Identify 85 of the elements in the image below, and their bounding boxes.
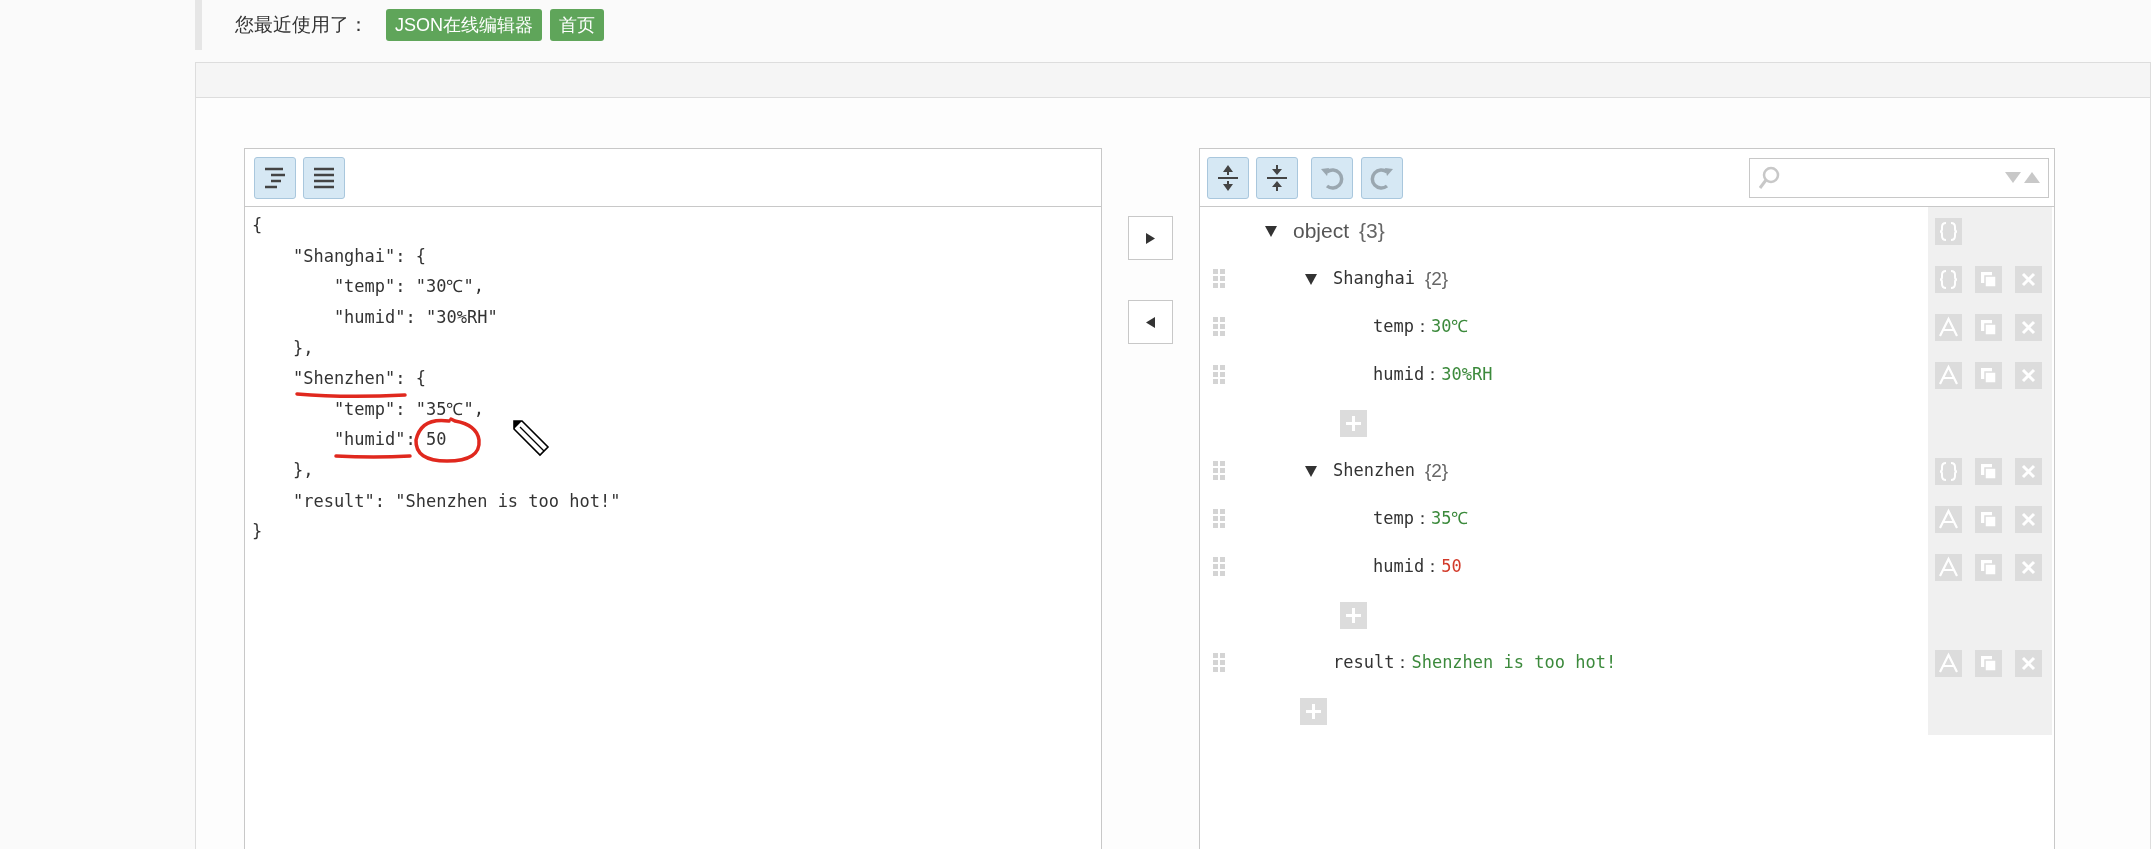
close-icon[interactable] xyxy=(2015,313,2042,341)
code-line: "Shanghai": { xyxy=(291,245,426,266)
add-icon[interactable] xyxy=(1340,409,1367,437)
close-icon[interactable] xyxy=(2015,505,2042,533)
close-icon[interactable] xyxy=(2015,457,2042,485)
close-icon[interactable] xyxy=(2015,361,2042,389)
node-label: object xyxy=(1293,218,1350,245)
text-type-icon[interactable] xyxy=(1935,505,1962,533)
duplicate-icon[interactable] xyxy=(1975,361,2002,389)
code-line: "Shenzhen": { xyxy=(291,368,426,389)
field-value: Shenzhen is too hot! xyxy=(1411,651,1617,675)
field-key: result xyxy=(1333,650,1395,676)
play-right-icon xyxy=(1146,232,1155,244)
compact-icon[interactable] xyxy=(303,156,345,199)
add-icon[interactable] xyxy=(1300,697,1327,725)
drag-handle-icon[interactable] xyxy=(1213,557,1225,577)
expand-all-icon[interactable] xyxy=(1207,156,1249,199)
recent-link[interactable]: 首页 xyxy=(550,9,604,41)
close-icon[interactable] xyxy=(2015,649,2042,677)
collapse-all-icon[interactable] xyxy=(1256,156,1298,199)
search-icon xyxy=(1758,165,1780,190)
drag-handle-icon[interactable] xyxy=(1213,269,1225,289)
key-separator: ： xyxy=(1424,556,1442,579)
text-type-icon[interactable] xyxy=(1935,649,1962,677)
code-line: } xyxy=(252,521,263,542)
text-type-icon[interactable] xyxy=(1935,361,1962,389)
drag-handle-icon[interactable] xyxy=(1213,365,1225,385)
search-field[interactable] xyxy=(1749,157,2049,198)
key-separator: ： xyxy=(1394,652,1412,675)
field-key: humid xyxy=(1373,554,1425,580)
next-result-icon[interactable] xyxy=(2024,172,2040,183)
duplicate-icon[interactable] xyxy=(1975,553,2002,581)
field-key: temp xyxy=(1373,314,1414,340)
play-left-icon xyxy=(1146,316,1155,328)
add-icon[interactable] xyxy=(1340,601,1367,629)
field-key: temp xyxy=(1373,506,1414,532)
duplicate-icon[interactable] xyxy=(1975,649,2002,677)
format-icon[interactable] xyxy=(254,156,296,199)
child-count: {2} xyxy=(1424,266,1449,291)
duplicate-icon[interactable] xyxy=(1975,313,2002,341)
field-value: 35℃ xyxy=(1430,507,1469,531)
code-line: "humid": 50 xyxy=(332,429,447,450)
braces-icon[interactable] xyxy=(1935,457,1962,485)
code-line: "temp": "30℃", xyxy=(332,276,484,297)
braces-icon[interactable] xyxy=(1935,265,1962,293)
redo-icon[interactable] xyxy=(1361,156,1403,199)
code-line: "temp": "35℃", xyxy=(332,398,484,419)
code-line: "result": "Shenzhen is too hot!" xyxy=(291,490,621,511)
expand-triangle-icon[interactable] xyxy=(1305,465,1317,477)
key-separator: ： xyxy=(1424,364,1442,387)
duplicate-icon[interactable] xyxy=(1975,265,2002,293)
expand-triangle-icon[interactable] xyxy=(1265,225,1277,237)
key-separator: ： xyxy=(1413,316,1431,339)
code-line: }, xyxy=(291,337,314,358)
text-type-icon[interactable] xyxy=(1935,313,1962,341)
field-value: 50 xyxy=(1441,555,1462,579)
copy-left-button[interactable] xyxy=(1128,300,1173,344)
braces-icon[interactable] xyxy=(1935,217,1962,245)
duplicate-icon[interactable] xyxy=(1975,505,2002,533)
code-line: "humid": "30%RH" xyxy=(332,307,498,328)
drag-handle-icon[interactable] xyxy=(1213,461,1225,481)
node-label: Shenzhen xyxy=(1333,459,1415,483)
drag-handle-icon[interactable] xyxy=(1213,317,1225,337)
child-count: {2} xyxy=(1424,458,1449,483)
recent-link[interactable]: JSON在线编辑器 xyxy=(386,9,542,41)
expand-triangle-icon[interactable] xyxy=(1305,273,1317,285)
close-icon[interactable] xyxy=(2015,553,2042,581)
copy-right-button[interactable] xyxy=(1128,216,1173,260)
close-icon[interactable] xyxy=(2015,265,2042,293)
field-key: humid xyxy=(1373,362,1425,388)
code-line: }, xyxy=(291,460,314,481)
drag-handle-icon[interactable] xyxy=(1213,509,1225,529)
undo-icon[interactable] xyxy=(1311,156,1353,199)
code-line: { xyxy=(252,215,263,236)
duplicate-icon[interactable] xyxy=(1975,457,2002,485)
recent-label: 您最近使用了： xyxy=(235,12,368,37)
pencil-cursor-icon xyxy=(510,417,550,457)
text-type-icon[interactable] xyxy=(1935,553,1962,581)
node-label: Shanghai xyxy=(1333,267,1415,291)
previous-result-icon[interactable] xyxy=(2005,172,2021,183)
drag-handle-icon[interactable] xyxy=(1213,653,1225,673)
field-value: 30℃ xyxy=(1430,315,1469,339)
field-value: 30%RH xyxy=(1441,363,1493,387)
key-separator: ： xyxy=(1413,508,1431,531)
child-count: {3} xyxy=(1359,218,1385,245)
